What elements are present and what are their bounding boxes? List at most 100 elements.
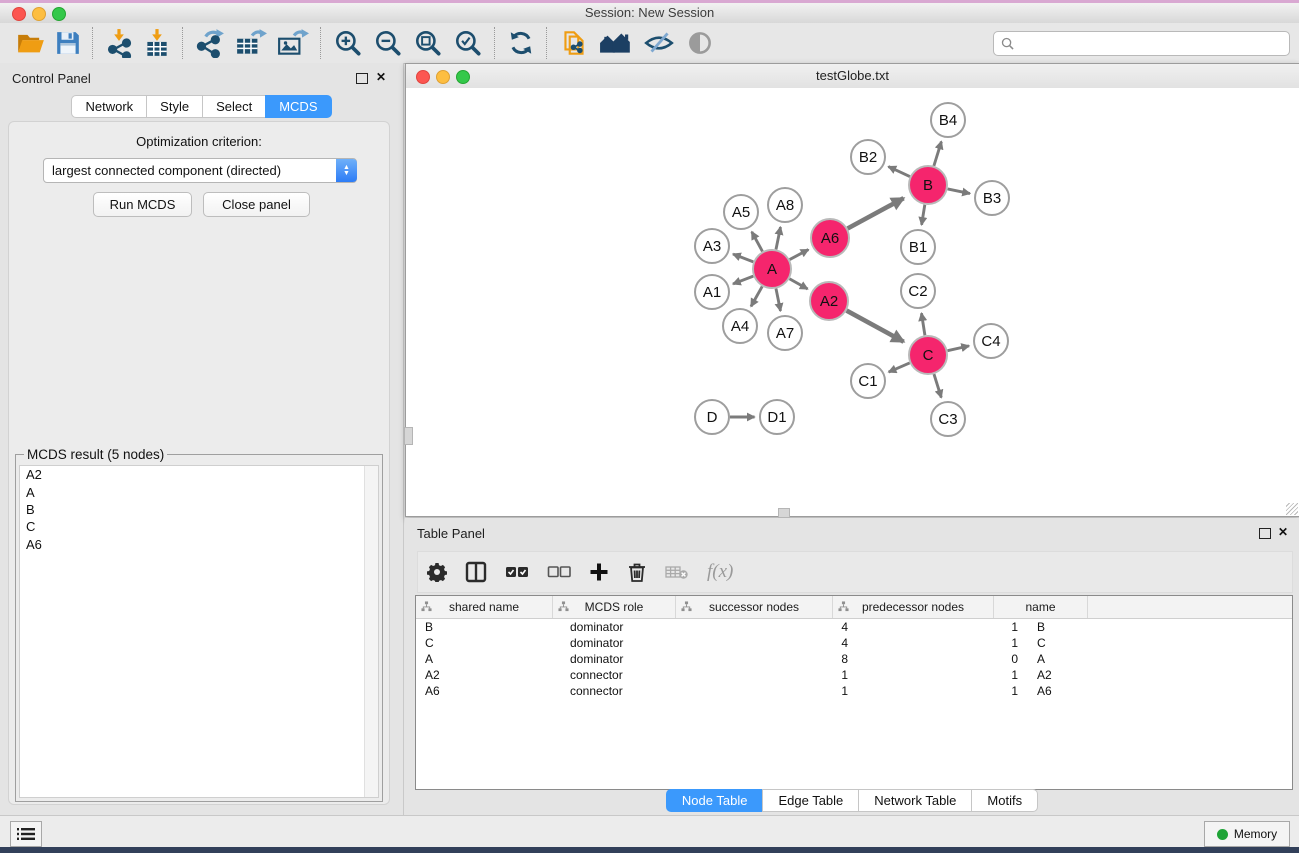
table-cell[interactable]: 1 (858, 619, 1028, 635)
search-box[interactable] (993, 31, 1290, 56)
tab-edge-table[interactable]: Edge Table (762, 789, 858, 812)
table-cell[interactable]: 4 (692, 619, 858, 635)
table-cell[interactable]: 1 (858, 683, 1028, 699)
settings-gear-icon[interactable] (427, 556, 447, 588)
app-window: Session: New Session (0, 0, 1299, 853)
table-cell[interactable]: 0 (858, 651, 1028, 667)
table-cell[interactable]: 1 (858, 667, 1028, 683)
column-header-successor-nodes[interactable]: successor nodes (676, 596, 833, 618)
close-panel-icon[interactable]: ✕ (1278, 525, 1288, 539)
table-cell[interactable]: C (1028, 635, 1130, 651)
export-image-icon[interactable] (277, 27, 309, 59)
open-folder-icon[interactable] (17, 27, 45, 59)
function-icon[interactable]: f(x) (707, 556, 733, 588)
scrollbar[interactable] (364, 466, 378, 797)
tab-select[interactable]: Select (202, 95, 265, 118)
table-cell[interactable]: A (416, 651, 561, 667)
split-table-icon[interactable] (465, 556, 487, 588)
float-panel-icon[interactable] (356, 73, 368, 84)
graph-edge-C-C3 (934, 374, 941, 397)
tab-network-table[interactable]: Network Table (858, 789, 971, 812)
graph-node-label: C4 (981, 333, 1000, 350)
refresh-icon[interactable] (507, 27, 535, 59)
table-row[interactable]: A2connector11A2 (416, 667, 1292, 683)
zoom-in-icon[interactable] (333, 27, 363, 59)
horizontal-divider-handle[interactable] (778, 508, 790, 518)
save-icon[interactable] (55, 27, 81, 59)
graph-edge-A6-B (848, 198, 904, 228)
close-panel-button[interactable]: Close panel (203, 192, 310, 217)
import-network-icon[interactable] (105, 27, 133, 59)
table-cell[interactable]: 4 (692, 635, 858, 651)
graph-node-label: A5 (732, 204, 750, 221)
select-all-icon[interactable] (505, 556, 529, 588)
table-cell[interactable]: C (416, 635, 561, 651)
hide-icon[interactable] (643, 27, 675, 59)
close-panel-icon[interactable]: ✕ (376, 70, 386, 84)
desktop-strip-bottom (0, 847, 1299, 853)
tab-network[interactable]: Network (71, 95, 146, 118)
mcds-result-item[interactable]: C (20, 518, 378, 535)
mcds-result-item[interactable]: B (20, 501, 378, 518)
delete-column-icon[interactable] (627, 556, 647, 588)
mcds-result-item[interactable]: A (20, 483, 378, 500)
table-cell[interactable]: 1 (692, 667, 858, 683)
column-header-name[interactable]: name (994, 596, 1088, 618)
vertical-divider-handle[interactable] (404, 427, 413, 445)
table-row[interactable]: Bdominator41B (416, 619, 1292, 635)
tab-motifs[interactable]: Motifs (971, 789, 1038, 812)
export-network-icon[interactable] (195, 27, 225, 59)
memory-button[interactable]: Memory (1204, 821, 1290, 847)
tab-mcds[interactable]: MCDS (265, 95, 331, 118)
task-list-button[interactable] (10, 821, 42, 847)
eye-icon[interactable] (685, 27, 715, 59)
table-cell[interactable]: dominator (561, 651, 692, 667)
zoom-selected-icon[interactable] (453, 27, 483, 59)
table-cell[interactable]: connector (561, 667, 692, 683)
table-cell[interactable]: dominator (561, 619, 692, 635)
run-mcds-button[interactable]: Run MCDS (93, 192, 192, 217)
table-row[interactable]: A6connector11A6 (416, 683, 1292, 699)
tab-node-table[interactable]: Node Table (666, 789, 763, 812)
graph-edge-B-B1 (922, 205, 925, 225)
control-panel-title: Control Panel (12, 71, 91, 86)
zoom-fit-icon[interactable] (413, 27, 443, 59)
graph-edge-A-A2 (789, 279, 807, 289)
table-cell[interactable]: connector (561, 683, 692, 699)
network-canvas[interactable]: B4B2BB3A5A8A6B1A3AA1C2A4A7A2CC4C1C3DD1 (406, 88, 1299, 516)
import-table-icon[interactable] (143, 27, 171, 59)
table-cell[interactable]: A (1028, 651, 1130, 667)
tab-style[interactable]: Style (146, 95, 202, 118)
table-cell[interactable]: B (416, 619, 561, 635)
mcds-result-item[interactable]: A6 (20, 536, 378, 553)
home-icon[interactable] (599, 27, 633, 59)
table-cell[interactable]: dominator (561, 635, 692, 651)
network-window-titlebar[interactable]: testGlobe.txt (406, 64, 1299, 89)
criterion-select[interactable]: largest connected component (directed) ▲… (43, 158, 357, 183)
copy-network-icon[interactable] (559, 27, 589, 59)
column-header-predecessor-nodes[interactable]: predecessor nodes (833, 596, 994, 618)
search-input[interactable] (1014, 35, 1289, 53)
network-graph: B4B2BB3A5A8A6B1A3AA1C2A4A7A2CC4C1C3DD1 (406, 88, 1297, 514)
table-cell[interactable]: B (1028, 619, 1130, 635)
table-row[interactable]: Cdominator41C (416, 635, 1292, 651)
table-cell[interactable]: A2 (416, 667, 561, 683)
table-cell[interactable]: A2 (1028, 667, 1130, 683)
delete-table-icon[interactable] (665, 556, 689, 588)
table-cell[interactable]: 1 (692, 683, 858, 699)
column-header-shared-name[interactable]: shared name (416, 596, 553, 618)
table-cell[interactable]: A6 (1028, 683, 1130, 699)
table-cell[interactable]: 1 (858, 635, 1028, 651)
column-header-MCDS-role[interactable]: MCDS role (553, 596, 676, 618)
add-column-icon[interactable] (589, 556, 609, 588)
resize-grip-icon[interactable] (1286, 503, 1298, 515)
mcds-result-list[interactable]: A2ABCA6 (19, 465, 379, 798)
table-cell[interactable]: A6 (416, 683, 561, 699)
zoom-out-icon[interactable] (373, 27, 403, 59)
export-table-icon[interactable] (235, 27, 267, 59)
table-row[interactable]: Adominator80A (416, 651, 1292, 667)
float-panel-icon[interactable] (1259, 528, 1271, 539)
table-cell[interactable]: 8 (692, 651, 858, 667)
mcds-result-item[interactable]: A2 (20, 466, 378, 483)
deselect-all-icon[interactable] (547, 556, 571, 588)
